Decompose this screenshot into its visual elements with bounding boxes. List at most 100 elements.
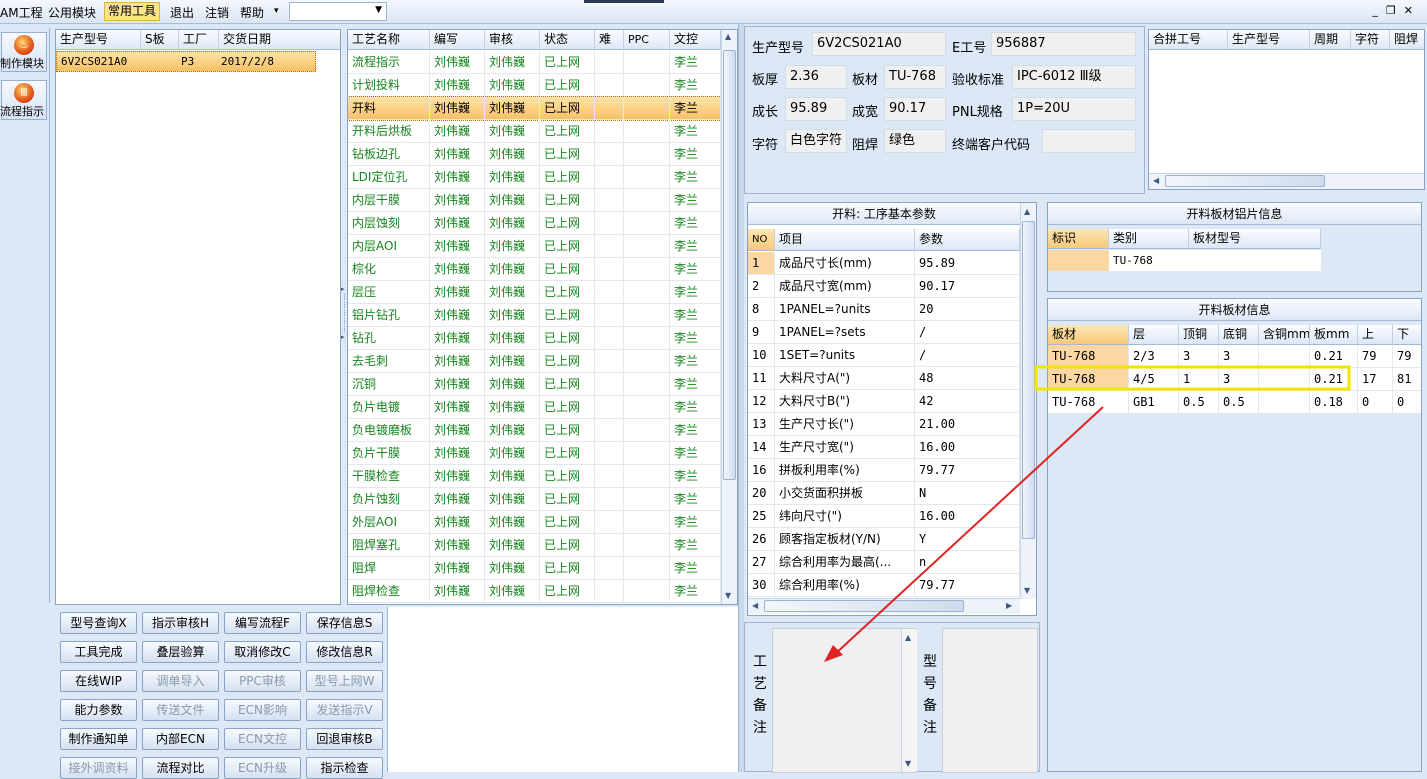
table-row[interactable]: 负片干膜 刘伟巍 刘伟巍 已上网 李兰 — [348, 442, 721, 465]
col-header[interactable]: 层 — [1129, 325, 1179, 345]
scroll-up-icon[interactable]: ▲ — [905, 633, 911, 642]
table-row[interactable]: 16 拼板利用率(%) 79.77 — [748, 459, 1020, 482]
pnl-field[interactable]: 1P=20U — [1012, 97, 1136, 121]
action-button[interactable]: 型号查询X — [60, 612, 137, 634]
action-button[interactable]: 接外调资料 — [60, 757, 137, 779]
col-header[interactable]: NO — [748, 229, 775, 251]
col-header[interactable]: 阻焊 — [1390, 30, 1424, 50]
col-header[interactable]: 顶铜 — [1179, 325, 1219, 345]
table-row[interactable]: 钻孔 刘伟巍 刘伟巍 已上网 李兰 — [348, 327, 721, 350]
table-row[interactable]: 开料 刘伟巍 刘伟巍 已上网 李兰 — [348, 96, 722, 121]
scroll-left-icon[interactable]: ◀ — [1153, 176, 1159, 185]
e-number-field[interactable]: 956887 — [991, 32, 1136, 56]
col-header[interactable]: 生产型号 — [56, 30, 141, 50]
scroll-up-icon[interactable]: ▲ — [725, 32, 731, 41]
action-button[interactable]: 能力参数 — [60, 699, 137, 721]
action-button[interactable]: PPC审核 — [224, 670, 301, 692]
menu-help[interactable]: 帮助 — [240, 4, 264, 21]
table-row[interactable]: 30 综合利用率(%) 79.77 — [748, 574, 1020, 597]
col-header[interactable]: 编写 — [430, 30, 485, 50]
col-header[interactable]: S板 — [141, 30, 179, 50]
action-button[interactable]: ECN影响 — [224, 699, 301, 721]
table-row[interactable]: 负电镀磨板 刘伟巍 刘伟巍 已上网 李兰 — [348, 419, 721, 442]
make-module-button[interactable]: ♨ 制作模块 — [0, 32, 47, 72]
table-row[interactable]: 铝片钻孔 刘伟巍 刘伟巍 已上网 李兰 — [348, 304, 721, 327]
table-row[interactable]: 外层AOI 刘伟巍 刘伟巍 已上网 李兰 — [348, 511, 721, 534]
mask-field[interactable]: 绿色 — [884, 129, 946, 153]
col-header[interactable]: 文控 — [670, 30, 721, 50]
table-row[interactable]: 流程指示 刘伟巍 刘伟巍 已上网 李兰 — [348, 51, 721, 74]
table-row[interactable]: 开料后烘板 刘伟巍 刘伟巍 已上网 李兰 — [348, 120, 721, 143]
table-row[interactable]: 去毛刺 刘伟巍 刘伟巍 已上网 李兰 — [348, 350, 721, 373]
action-button[interactable]: 指示审核H — [142, 612, 219, 634]
restore-icon[interactable]: ❐ — [1386, 4, 1404, 17]
scroll-up-icon[interactable]: ▲ — [1024, 207, 1030, 216]
menu-public-module[interactable]: 公用模块 — [48, 4, 96, 21]
table-row[interactable]: 13 生产尺寸长(") 21.00 — [748, 413, 1020, 436]
flow-instruction-button[interactable]: Ⅲ 流程指示 — [0, 80, 47, 120]
col-header[interactable]: 状态 — [540, 30, 595, 50]
col-header[interactable]: 生产型号 — [1228, 30, 1310, 50]
table-row[interactable]: 负片蚀刻 刘伟巍 刘伟巍 已上网 李兰 — [348, 488, 721, 511]
action-button[interactable]: 发送指示V — [306, 699, 383, 721]
table-row[interactable]: 阻焊检查 刘伟巍 刘伟巍 已上网 李兰 — [348, 580, 721, 603]
col-header[interactable]: 交货日期 — [219, 30, 340, 50]
table-row[interactable]: 层压 刘伟巍 刘伟巍 已上网 李兰 — [348, 281, 721, 304]
col-header[interactable]: 底铜 — [1219, 325, 1259, 345]
col-header[interactable]: 审核 — [485, 30, 540, 50]
table-row[interactable]: TU-768 4/5 1 3 0.21 17 81 — [1048, 368, 1421, 391]
table-row[interactable]: 20 小交货面积拼板 N — [748, 482, 1020, 505]
col-header[interactable]: 项目 — [775, 229, 915, 251]
table-row[interactable]: TU-768 GB1 0.5 0.5 0.18 0 0 — [1048, 391, 1421, 414]
action-button[interactable]: 内部ECN — [142, 728, 219, 750]
table-row[interactable]: 干膜检查 刘伟巍 刘伟巍 已上网 李兰 — [348, 465, 721, 488]
scroll-left-icon[interactable]: ◀ — [752, 601, 758, 610]
model-notes-field[interactable] — [942, 628, 1038, 773]
col-header[interactable]: 字符 — [1351, 30, 1390, 50]
action-button[interactable]: 编写流程F — [224, 612, 301, 634]
action-button[interactable]: 调单导入 — [142, 670, 219, 692]
action-button[interactable]: 传送文件 — [142, 699, 219, 721]
table-row[interactable]: 25 纬向尺寸(") 16.00 — [748, 505, 1020, 528]
action-button[interactable]: 回退审核B — [306, 728, 383, 750]
scroll-right-icon[interactable]: ▶ — [1006, 601, 1012, 610]
help-dropdown-icon[interactable]: ▾ — [274, 6, 279, 16]
col-header[interactable]: 含铜mm — [1259, 325, 1310, 345]
menu-common-tools[interactable]: 常用工具 — [104, 2, 161, 21]
col-header[interactable]: 合拼工号 — [1149, 30, 1228, 50]
close-icon[interactable]: ✕ — [1404, 4, 1421, 17]
action-button[interactable]: 取消修改C — [224, 641, 301, 663]
scroll-thumb[interactable] — [723, 50, 736, 480]
minimize-icon[interactable]: _ — [1372, 4, 1386, 17]
table-row[interactable]: TU-768 2/3 3 3 0.21 79 79 — [1048, 345, 1421, 368]
col-header[interactable]: 板mm — [1310, 325, 1358, 345]
scroll-down-icon[interactable]: ▼ — [725, 591, 731, 600]
action-button[interactable]: ECN升级 — [224, 757, 301, 779]
col-header[interactable]: 工厂 — [179, 30, 219, 50]
table-row[interactable]: 12 大料尺寸B(") 42 — [748, 390, 1020, 413]
table-row[interactable]: 27 综合利用率为最高(... n — [748, 551, 1020, 574]
scroll-thumb[interactable] — [1165, 175, 1325, 187]
standard-field[interactable]: IPC-6012 Ⅲ级 — [1012, 65, 1136, 89]
table-row[interactable]: 2 成品尺寸宽(mm) 90.17 — [748, 275, 1020, 298]
table-row[interactable]: 内层干膜 刘伟巍 刘伟巍 已上网 李兰 — [348, 189, 721, 212]
action-button[interactable]: 叠层验算 — [142, 641, 219, 663]
thickness-field[interactable]: 2.36 — [785, 65, 847, 89]
action-button[interactable]: 修改信息R — [306, 641, 383, 663]
table-row[interactable]: 负片电镀 刘伟巍 刘伟巍 已上网 李兰 — [348, 396, 721, 419]
scroll-thumb[interactable] — [764, 600, 964, 612]
table-row[interactable]: 阻焊 刘伟巍 刘伟巍 已上网 李兰 — [348, 557, 721, 580]
col-header[interactable]: 下 — [1393, 325, 1421, 345]
table-row[interactable]: 内层蚀刻 刘伟巍 刘伟巍 已上网 李兰 — [348, 212, 721, 235]
col-header[interactable]: 参数 — [915, 229, 1020, 251]
model-field[interactable]: 6V2CS021A0 — [812, 32, 946, 56]
params-hscroll[interactable]: ◀ ▶ — [748, 598, 1020, 614]
table-row[interactable]: 阻焊塞孔 刘伟巍 刘伟巍 已上网 李兰 — [348, 534, 721, 557]
table-row[interactable]: 钻板边孔 刘伟巍 刘伟巍 已上网 李兰 — [348, 143, 721, 166]
action-button[interactable]: 型号上网W — [306, 670, 383, 692]
col-header[interactable]: 标识 — [1048, 229, 1109, 249]
table-row[interactable]: 14 生产尺寸宽(") 16.00 — [748, 436, 1020, 459]
width-field[interactable]: 90.17 — [884, 97, 946, 121]
table-row[interactable]: 26 顾客指定板材(Y/N) Y — [748, 528, 1020, 551]
table-row[interactable]: 沉铜 刘伟巍 刘伟巍 已上网 李兰 — [348, 373, 721, 396]
